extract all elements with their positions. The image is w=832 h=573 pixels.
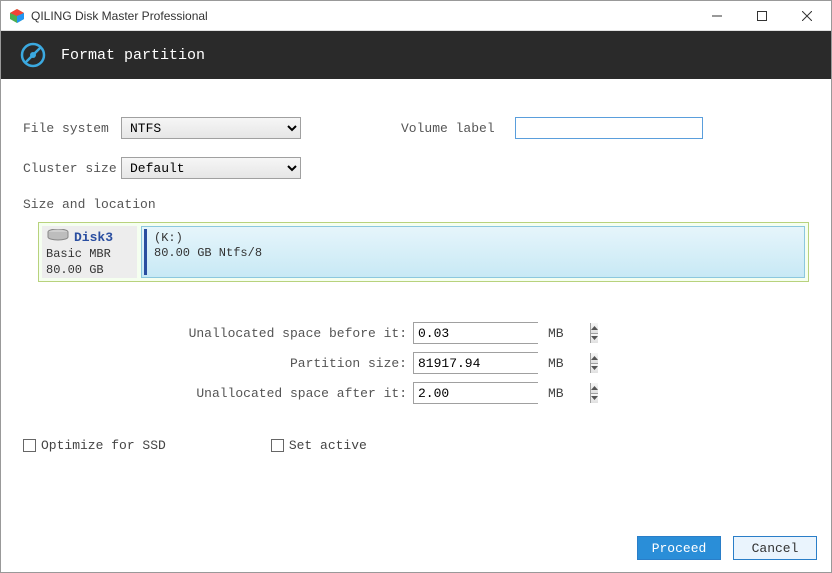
cluster-size-select[interactable]: Default	[121, 157, 301, 179]
unit-label: MB	[548, 356, 564, 371]
set-active-checkbox[interactable]: Set active	[271, 438, 367, 453]
close-button[interactable]	[784, 1, 829, 30]
unalloc-before-input[interactable]	[413, 322, 538, 344]
header-band: Format partition	[1, 31, 831, 79]
volume-label-input[interactable]	[515, 117, 703, 139]
content-area: File system NTFS Volume label Cluster si…	[1, 79, 831, 530]
optimize-ssd-checkbox[interactable]: Optimize for SSD	[23, 438, 166, 453]
disk-icon	[46, 229, 70, 246]
partition-block[interactable]: (K:) 80.00 GB Ntfs/8	[141, 226, 805, 278]
partition-size-label: Partition size:	[23, 356, 413, 371]
spinner-down-icon[interactable]	[591, 334, 598, 344]
footer: Proceed Cancel	[1, 530, 831, 572]
spinner-up-icon[interactable]	[591, 353, 598, 364]
filesystem-select[interactable]: NTFS	[121, 117, 301, 139]
proceed-button[interactable]: Proceed	[637, 536, 721, 560]
size-location-label: Size and location	[23, 197, 809, 212]
disk-size: 80.00 GB	[46, 262, 133, 278]
cancel-button[interactable]: Cancel	[733, 536, 817, 560]
checkbox-icon	[23, 439, 36, 452]
app-icon	[9, 8, 25, 24]
checkbox-icon	[271, 439, 284, 452]
unit-label: MB	[548, 386, 564, 401]
minimize-button[interactable]	[694, 1, 739, 30]
partition-desc: 80.00 GB Ntfs/8	[150, 246, 796, 261]
disk-info: Disk3 Basic MBR 80.00 GB	[42, 226, 137, 278]
disk-map: Disk3 Basic MBR 80.00 GB (K:) 80.00 GB N…	[38, 222, 809, 282]
unit-label: MB	[548, 326, 564, 341]
spinner-up-icon[interactable]	[591, 383, 598, 394]
set-active-label: Set active	[289, 438, 367, 453]
app-title: QILING Disk Master Professional	[31, 9, 694, 23]
filesystem-label: File system	[23, 121, 121, 136]
volume-label-label: Volume label	[401, 121, 505, 136]
maximize-button[interactable]	[739, 1, 784, 30]
spinner-down-icon[interactable]	[591, 364, 598, 374]
spinner-up-icon[interactable]	[591, 323, 598, 334]
titlebar: QILING Disk Master Professional	[1, 1, 831, 31]
disk-type: Basic MBR	[46, 246, 133, 262]
spinner-down-icon[interactable]	[591, 394, 598, 404]
disk-name: Disk3	[46, 229, 133, 246]
unalloc-after-input[interactable]	[413, 382, 538, 404]
page-title: Format partition	[61, 47, 205, 64]
partition-drive: (K:)	[150, 231, 796, 246]
unalloc-before-label: Unallocated space before it:	[23, 326, 413, 341]
cluster-size-label: Cluster size	[23, 161, 121, 176]
unalloc-after-label: Unallocated space after it:	[23, 386, 413, 401]
partition-size-input[interactable]	[413, 352, 538, 374]
optimize-ssd-label: Optimize for SSD	[41, 438, 166, 453]
format-partition-icon	[19, 41, 47, 69]
